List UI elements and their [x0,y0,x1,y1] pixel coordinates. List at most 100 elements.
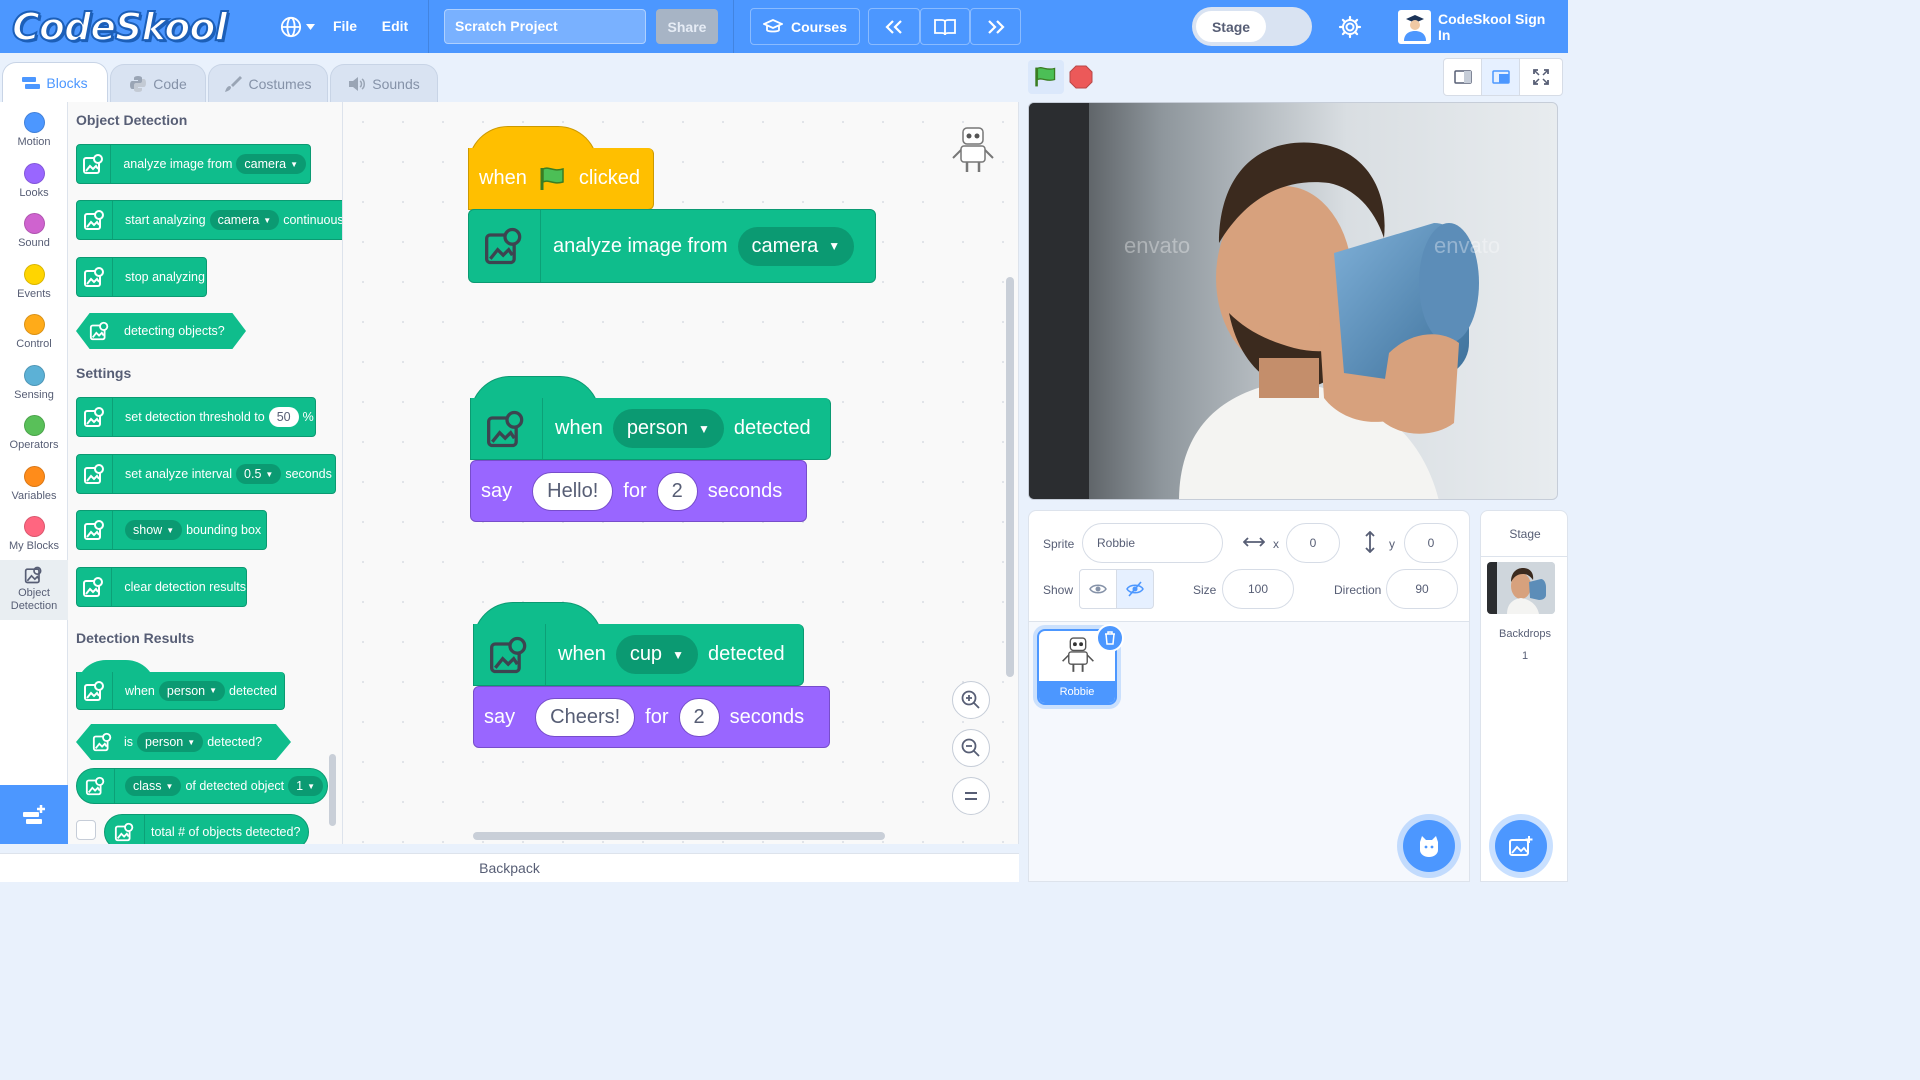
block-when-detected[interactable]: when person ▼ detected [76,672,285,710]
block-text: clear detection results [124,580,246,594]
block-when-flag-clicked[interactable]: when clicked [468,148,654,210]
show-hidden-button[interactable] [1117,569,1154,609]
sign-in-label: CodeSkool Sign In [1438,10,1546,43]
block-say-for-seconds[interactable]: say Hello! for 2 seconds [470,460,807,522]
block-show-bounding-box[interactable]: show ▼ bounding box [76,510,267,550]
zoom-in-button[interactable] [952,681,990,719]
code-workspace[interactable]: when clicked analyze image from camera ▼ … [343,102,1019,844]
tutorial-book-button[interactable] [920,8,970,45]
language-menu[interactable] [276,12,318,42]
block-text: analyze image from [123,157,233,171]
y-input[interactable]: 0 [1404,523,1458,563]
stage-mode-toggle[interactable]: Stage [1192,7,1312,46]
sign-in-button[interactable]: CodeSkool Sign In [1398,9,1558,44]
large-stage-button[interactable] [1482,59,1520,95]
block-text: analyze image from [553,234,728,257]
codeskool-logo[interactable]: CodeSkool [11,4,228,50]
message-input[interactable]: Hello! [532,471,614,511]
camera-dropdown[interactable]: camera ▼ [236,154,306,174]
image-detect-icon [77,568,113,606]
category-sound[interactable]: Sound [0,207,68,257]
x-input[interactable]: 0 [1286,523,1340,563]
previous-button[interactable] [868,8,920,45]
next-button[interactable] [970,8,1021,45]
category-events[interactable]: Events [0,258,68,308]
stop-button[interactable] [1068,64,1094,90]
index-dropdown[interactable]: 1 ▼ [288,776,323,796]
tab-code[interactable]: Code [110,64,206,102]
object-dropdown[interactable]: cup ▼ [615,635,698,674]
camera-dropdown[interactable]: camera ▼ [737,226,855,266]
monitor-checkbox[interactable] [76,820,96,840]
block-say-for-seconds[interactable]: say Cheers! for 2 seconds [473,686,830,748]
block-when-person-detected[interactable]: when person ▼ detected [470,398,831,460]
add-backdrop-button[interactable] [1495,820,1547,872]
settings-button[interactable] [1334,12,1366,42]
category-object-detection[interactable]: Object Detection [0,560,68,620]
add-extension-button[interactable] [0,785,68,844]
seconds-input[interactable]: 2 [678,697,720,737]
block-set-interval[interactable]: set analyze interval 0.5 ▼ seconds [76,454,336,494]
tab-costumes[interactable]: Costumes [208,64,328,102]
block-stop-analyzing[interactable]: stop analyzing [76,257,207,297]
size-input[interactable]: 100 [1222,569,1294,609]
block-total-objects[interactable]: total # of objects detected? [104,814,309,844]
workspace-vertical-scrollbar[interactable] [1006,277,1014,677]
share-button[interactable]: Share [656,9,718,44]
project-title-input[interactable]: Scratch Project [444,9,646,44]
seconds-input[interactable]: 2 [656,471,698,511]
add-sprite-button[interactable] [1403,820,1455,872]
object-dropdown[interactable]: person ▼ [137,732,204,752]
zoom-reset-button[interactable] [952,777,990,815]
workspace-horizontal-scrollbar[interactable] [473,832,885,840]
tab-sounds[interactable]: Sounds [330,64,438,102]
category-looks[interactable]: Looks [0,157,68,207]
small-stage-button[interactable] [1444,59,1482,95]
block-detecting-objects[interactable]: detecting objects? [76,313,246,349]
block-start-analyzing[interactable]: start analyzing camera ▼ continuous [76,200,342,240]
block-when-cup-detected[interactable]: when cup ▼ detected [473,624,804,686]
file-menu[interactable]: File [324,16,366,36]
stage-selector[interactable]: Stage Backdrops 1 [1480,510,1568,882]
threshold-input[interactable]: 50 [268,407,299,427]
fullscreen-button[interactable] [1520,59,1562,95]
block-class-of-object[interactable]: class ▼ of detected object 1 ▼ [76,768,328,804]
category-operators[interactable]: Operators [0,409,68,459]
caret-down-icon: ▼ [165,781,174,791]
interval-dropdown[interactable]: 0.5 ▼ [236,464,282,484]
camera-dropdown[interactable]: camera ▼ [209,210,280,230]
delete-sprite-button[interactable] [1096,624,1124,652]
courses-button[interactable]: Courses [750,8,860,45]
direction-input[interactable]: 90 [1386,569,1458,609]
green-flag-button[interactable] [1028,60,1064,94]
edit-menu[interactable]: Edit [374,16,416,36]
category-label: Motion [17,136,51,148]
category-sensing[interactable]: Sensing [0,359,68,409]
category-my-blocks[interactable]: My Blocks [0,510,68,560]
show-dropdown[interactable]: show ▼ [125,520,183,540]
block-analyze-image[interactable]: analyze image from camera ▼ [76,144,311,184]
backpack-panel[interactable]: Backpack [0,853,1019,882]
class-dropdown[interactable]: class ▼ [125,776,182,796]
show-visible-button[interactable] [1079,569,1117,609]
object-dropdown[interactable]: person ▼ [612,409,724,448]
block-set-threshold[interactable]: set detection threshold to 50 % [76,397,316,437]
block-text: say [481,479,513,502]
block-is-detected[interactable]: is person ▼ detected? [76,724,291,760]
zoom-out-button[interactable] [952,729,990,767]
small-stage-icon [1453,70,1472,84]
block-clear-results[interactable]: clear detection results [76,567,247,607]
backdrop-thumbnail[interactable] [1487,562,1555,614]
category-control[interactable]: Control [0,308,68,358]
object-dropdown[interactable]: person ▼ [158,680,226,701]
stage-canvas[interactable]: envato envato [1028,102,1558,500]
category-motion[interactable]: Motion [0,106,68,156]
category-variables[interactable]: Variables [0,460,68,510]
message-input[interactable]: Cheers! [535,697,636,737]
tab-blocks[interactable]: Blocks [2,62,108,102]
caret-down-icon: ▼ [263,215,272,225]
sprite-name-input[interactable]: Robbie [1082,523,1223,563]
dropdown-value: camera [751,234,819,257]
palette-scrollbar[interactable] [329,754,336,826]
block-analyze-image-from[interactable]: analyze image from camera ▼ [468,209,876,283]
